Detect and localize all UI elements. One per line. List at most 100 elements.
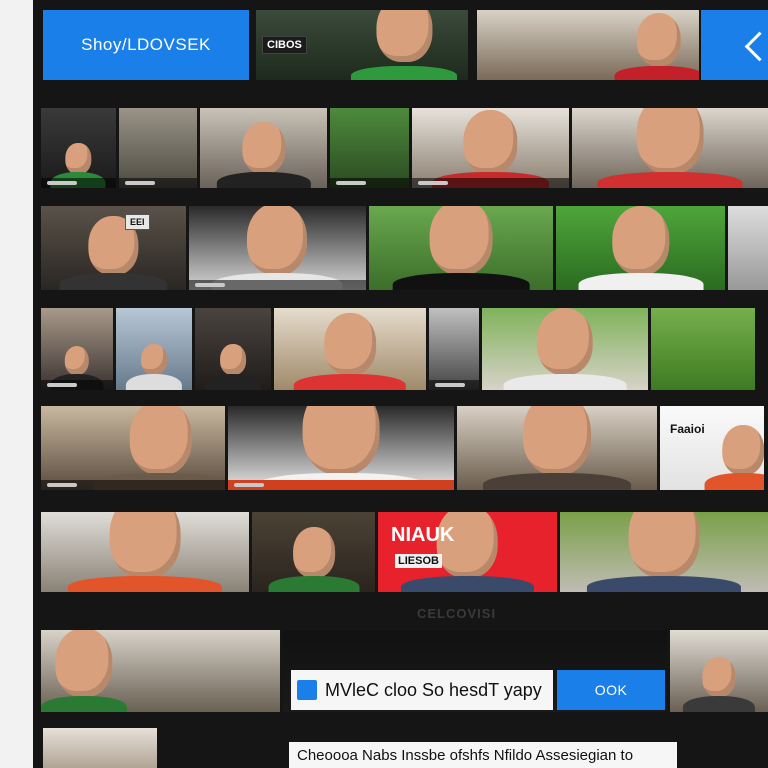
thumbnail-shirt xyxy=(503,373,627,390)
thumbnail-progress xyxy=(41,178,116,188)
video-thumbnail[interactable] xyxy=(429,308,479,390)
feature-panel-sub: LIESOB xyxy=(395,554,442,568)
search-bar[interactable]: MVleC cloo So hesdT yapy xyxy=(291,670,553,710)
video-thumbnail[interactable] xyxy=(457,406,657,490)
video-row xyxy=(41,308,768,390)
thumbnail-person xyxy=(324,313,376,376)
thumbnail-shirt xyxy=(483,473,631,490)
thumbnail-person xyxy=(109,512,181,578)
search-ok-label: OOK xyxy=(594,682,628,698)
thumbnail-shirt xyxy=(125,373,183,390)
thumbnail-person xyxy=(302,406,380,475)
thumbnail-shirt xyxy=(683,695,756,712)
video-thumbnail[interactable] xyxy=(559,512,768,592)
bottom-text-banner: Cheoooa Nabs Inssbe ofshfs Nfildo Assesi… xyxy=(289,742,677,768)
thumbnail-shirt xyxy=(268,576,360,592)
video-thumbnail[interactable] xyxy=(199,108,328,188)
video-thumbnail[interactable] xyxy=(482,308,648,390)
video-row xyxy=(41,108,768,188)
video-row: Faaioi xyxy=(41,406,768,490)
video-thumbnail[interactable] xyxy=(556,206,726,290)
thumbnail-shirt xyxy=(578,273,704,290)
thumbnail-person xyxy=(628,512,700,578)
video-thumbnail[interactable] xyxy=(41,406,225,490)
thumbnail-shirt xyxy=(216,172,311,188)
thumbnail-progress xyxy=(41,480,225,490)
thumbnail-shirt xyxy=(293,373,407,390)
video-thumbnail[interactable] xyxy=(188,206,366,290)
thumbnail-person xyxy=(536,308,594,376)
channel-logo-banner[interactable]: Shoy/LDOVSEK xyxy=(43,10,249,80)
video-thumbnail[interactable] xyxy=(411,108,569,188)
thumbnail-progress xyxy=(228,480,454,490)
thumbnail-label: EEI xyxy=(125,214,150,230)
thumbnail-person xyxy=(242,121,286,174)
video-thumbnail[interactable] xyxy=(41,512,250,592)
thumbnail-person xyxy=(292,527,335,578)
video-thumbnail[interactable] xyxy=(252,512,376,592)
thumbnail-progress xyxy=(41,380,113,390)
video-thumbnail[interactable] xyxy=(41,630,280,712)
video-thumbnail[interactable] xyxy=(116,308,192,390)
chevron-left-icon xyxy=(744,31,768,62)
thumbnail-person xyxy=(220,344,246,376)
video-row: EEI xyxy=(41,206,768,290)
thumbnail-shirt xyxy=(401,576,534,592)
search-bar-icon xyxy=(297,680,317,700)
feature-panel-title: NIAUK xyxy=(391,524,455,546)
video-grid: Shoy/LDOVSEK CIBOS EEI Faaioi NIAUK LIES… xyxy=(33,0,768,768)
thumbnail-person xyxy=(612,206,670,275)
video-thumbnail[interactable] xyxy=(41,308,113,390)
thumbnail-progress xyxy=(330,178,409,188)
thumbnail-person xyxy=(55,630,113,698)
thumbnail-person xyxy=(376,10,432,62)
thumbnail-shirt xyxy=(41,695,128,712)
video-thumbnail[interactable] xyxy=(274,308,426,390)
thumbnail-progress xyxy=(429,380,479,390)
video-thumbnail[interactable] xyxy=(477,10,699,80)
video-thumbnail[interactable] xyxy=(571,108,768,188)
video-thumbnail[interactable] xyxy=(195,308,271,390)
thumbnail-person xyxy=(64,345,90,376)
thumbnail-person xyxy=(523,406,591,475)
thumbnail-progress xyxy=(188,280,366,290)
thumbnail-person xyxy=(129,406,192,475)
thumbnail-shirt xyxy=(351,66,458,80)
video-thumbnail[interactable] xyxy=(651,308,755,390)
thumbnail-person xyxy=(636,12,682,66)
thumbnail-shirt xyxy=(204,373,262,390)
next-page-button[interactable] xyxy=(701,10,768,80)
thumbnail-shirt xyxy=(586,576,741,592)
thumbnail-label: CIBOS xyxy=(262,36,307,54)
video-thumbnail[interactable] xyxy=(670,630,768,712)
search-bar-text: MVleC cloo So hesdT yapy xyxy=(325,679,542,700)
video-thumbnail[interactable] xyxy=(368,206,554,290)
thumbnail-shirt xyxy=(704,473,764,490)
thumbnail-person xyxy=(722,424,764,475)
bottom-text: Cheoooa Nabs Inssbe ofshfs Nfildo Assesi… xyxy=(297,746,634,764)
feature-caption: CELCOVISI xyxy=(417,606,497,621)
video-thumbnail[interactable] xyxy=(728,206,768,290)
feature-red-panel: NIAUK LIESOB xyxy=(385,516,454,576)
thumbnail-person xyxy=(636,108,704,174)
thumbnail-person xyxy=(463,109,518,174)
video-thumbnail[interactable] xyxy=(43,728,157,768)
video-thumbnail[interactable] xyxy=(330,108,409,188)
video-thumbnail[interactable]: CIBOS xyxy=(256,10,468,80)
thumbnail-person xyxy=(429,206,493,275)
thumbnail-shirt xyxy=(597,172,743,188)
video-thumbnail[interactable] xyxy=(228,406,454,490)
thumbnail-person xyxy=(702,657,736,698)
thumbnail-shirt xyxy=(68,576,223,592)
search-ok-button[interactable]: OOK xyxy=(557,670,665,710)
video-thumbnail[interactable]: EEI xyxy=(41,206,186,290)
thumbnail-person xyxy=(247,206,308,275)
left-sidebar xyxy=(0,0,33,768)
thumbnail-person xyxy=(65,143,91,174)
thumbnail-label: Faaioi xyxy=(670,422,705,436)
video-thumbnail[interactable]: Faaioi xyxy=(660,406,764,490)
video-thumbnail[interactable] xyxy=(118,108,197,188)
thumbnail-shirt xyxy=(59,273,168,290)
thumbnail-shirt xyxy=(614,66,699,80)
video-thumbnail[interactable] xyxy=(41,108,116,188)
